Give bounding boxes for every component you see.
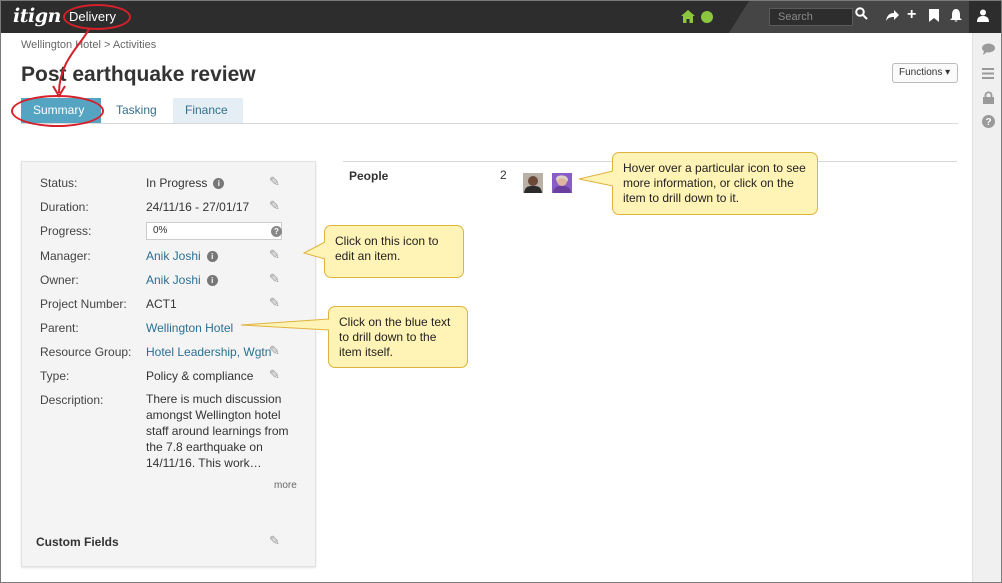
breadcrumb[interactable]: Wellington Hotel > Activities (21, 39, 156, 51)
status-value: In Progress (146, 176, 208, 190)
field-value: Anik Joshi i (146, 273, 218, 287)
custom-fields-heading: Custom Fields (36, 535, 119, 549)
field-label: Description: (40, 393, 104, 407)
progress-field[interactable]: 0% (146, 222, 282, 240)
callout-drill-tip: Click on the blue text to drill down to … (328, 306, 468, 368)
lock-icon[interactable] (980, 91, 996, 107)
field-label: Project Number: (40, 297, 127, 311)
bell-icon[interactable] (950, 9, 962, 26)
module-highlight-ring (63, 4, 131, 30)
field-label: Progress: (40, 224, 92, 238)
avatar[interactable] (523, 173, 543, 193)
bookmark-icon[interactable] (929, 9, 939, 26)
svg-text:?: ? (985, 117, 991, 128)
home-icon[interactable] (681, 10, 695, 26)
field-label: Status: (40, 176, 78, 190)
functions-dropdown-button[interactable]: Functions ▾ (892, 63, 958, 83)
people-label: People (349, 169, 389, 183)
pencil-icon[interactable]: ✎ (269, 247, 280, 263)
user-icon[interactable] (977, 9, 989, 26)
field-label: Owner: (40, 273, 79, 287)
app-window: itign Delivery Search + ? Wellington Hot… (0, 0, 1002, 583)
summary-highlight-ring (11, 95, 104, 127)
top-bar: itign Delivery Search + (1, 1, 1001, 33)
app-logo[interactable]: itign (13, 5, 61, 27)
list-icon[interactable] (980, 67, 996, 82)
manager-link[interactable]: Anik Joshi (146, 249, 201, 263)
callout-edit-tip: Click on this icon to edit an item. (324, 225, 464, 278)
field-label: Manager: (40, 249, 91, 263)
pencil-icon[interactable]: ✎ (269, 295, 280, 311)
more-link[interactable]: more (274, 480, 297, 491)
field-value: Anik Joshi i (146, 249, 218, 263)
tab-finance[interactable]: Finance (173, 98, 243, 123)
search-input[interactable]: Search (769, 8, 853, 26)
page-title: Post earthquake review (21, 63, 256, 86)
callout-hover-tip: Hover over a particular icon to see more… (612, 152, 818, 215)
field-label: Duration: (40, 200, 89, 214)
pencil-icon[interactable]: ✎ (269, 533, 280, 549)
avatar[interactable] (552, 173, 572, 193)
type-value: Policy & compliance (146, 369, 254, 383)
search-icon[interactable] (855, 7, 871, 25)
logo-name: tign (19, 5, 62, 27)
resource-group-link[interactable]: Hotel Leadership, Wgtn (146, 345, 271, 359)
help-icon[interactable]: ? (271, 226, 282, 237)
tab-divider (21, 123, 958, 124)
duration-value: 24/11/16 - 27/01/17 (146, 200, 250, 214)
info-icon[interactable]: i (206, 275, 218, 286)
comment-icon[interactable] (980, 43, 996, 58)
field-value: In Progress i (146, 176, 225, 190)
pencil-icon[interactable]: ✎ (269, 271, 280, 287)
project-number-value: ACT1 (146, 297, 177, 311)
pencil-icon[interactable]: ✎ (269, 343, 280, 359)
summary-panel: Status: In Progress i ✎ Duration: 24/11/1… (21, 161, 316, 567)
description-value: There is much discussion amongst Welling… (146, 392, 289, 470)
right-rail: ? (972, 33, 1001, 582)
tab-tasking[interactable]: Tasking (105, 98, 169, 123)
share-icon[interactable] (885, 9, 899, 26)
pencil-icon[interactable]: ✎ (269, 198, 280, 214)
pencil-icon[interactable]: ✎ (269, 174, 280, 190)
field-label: Resource Group: (40, 345, 132, 359)
help-icon[interactable]: ? (980, 115, 996, 131)
field-label: Type: (40, 369, 70, 383)
info-icon[interactable]: i (213, 178, 225, 189)
logo-prefix: i (13, 5, 20, 27)
globe-icon[interactable] (701, 11, 713, 23)
people-count: 2 (500, 168, 507, 182)
info-icon[interactable]: i (206, 251, 218, 262)
parent-link[interactable]: Wellington Hotel (146, 321, 233, 335)
field-label: Parent: (40, 321, 79, 335)
owner-link[interactable]: Anik Joshi (146, 273, 201, 287)
pencil-icon[interactable]: ✎ (269, 367, 280, 383)
plus-icon[interactable]: + (907, 7, 916, 23)
